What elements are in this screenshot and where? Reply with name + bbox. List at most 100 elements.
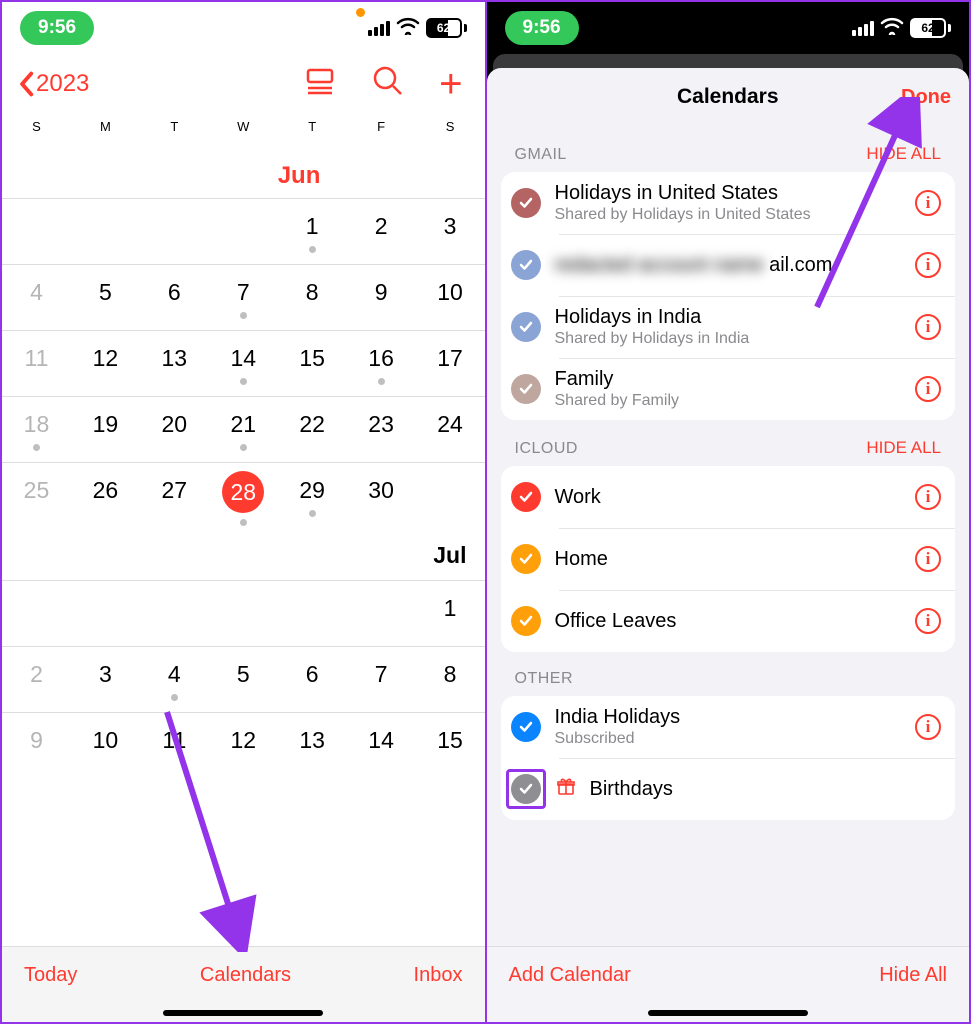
check-icon[interactable] [511, 188, 541, 218]
day-cell[interactable]: 18 [2, 397, 71, 462]
day-cell[interactable]: 5 [209, 647, 278, 712]
month-grid[interactable]: Jun 1 2 3 4 5 6 7 8 9 10 11 12 13 14 15 … [2, 142, 485, 778]
calendar-name: Work [555, 486, 902, 509]
day-cell[interactable]: 30 [347, 463, 416, 528]
status-time: 9:56 [20, 11, 94, 45]
day-cell[interactable]: 3 [71, 647, 140, 712]
day-cell[interactable]: 10 [71, 713, 140, 778]
info-icon[interactable]: i [915, 546, 941, 572]
info-icon[interactable]: i [915, 608, 941, 634]
check-icon[interactable] [511, 312, 541, 342]
cellular-icon [852, 21, 874, 36]
info-icon[interactable]: i [915, 314, 941, 340]
day-cell[interactable]: 6 [278, 647, 347, 712]
calendar-sub: Shared by Holidays in United States [555, 206, 902, 224]
calendar-sub: Shared by Holidays in India [555, 330, 902, 348]
day-cell[interactable]: 16 [347, 331, 416, 396]
calendar-row[interactable]: Family Shared by Family i [501, 358, 956, 420]
day-cell[interactable]: 8 [278, 265, 347, 330]
day-cell[interactable]: 24 [416, 397, 485, 462]
day-cell[interactable]: 3 [416, 199, 485, 264]
day-cell[interactable]: 29 [278, 463, 347, 528]
phone-calendar-month: 9:56 62 2023 + SMTWTFS [0, 0, 487, 1024]
calendars-button[interactable]: Calendars [200, 964, 291, 987]
calendar-row[interactable]: Home i [501, 528, 956, 590]
day-cell[interactable]: 15 [278, 331, 347, 396]
day-cell[interactable]: 23 [347, 397, 416, 462]
back-to-year-button[interactable]: 2023 [18, 70, 89, 98]
day-cell[interactable]: 7 [347, 647, 416, 712]
calendar-row[interactable]: Holidays in United States Shared by Holi… [501, 172, 956, 234]
day-cell[interactable]: 14 [347, 713, 416, 778]
day-cell[interactable]: 4 [140, 647, 209, 712]
day-cell[interactable]: 26 [71, 463, 140, 528]
search-icon[interactable] [371, 64, 405, 103]
add-calendar-button[interactable]: Add Calendar [509, 964, 631, 987]
done-button[interactable]: Done [901, 86, 951, 109]
day-cell[interactable]: 2 [347, 199, 416, 264]
battery-icon: 62 [426, 18, 467, 38]
day-cell[interactable]: 12 [71, 331, 140, 396]
status-time: 9:56 [505, 11, 579, 45]
calendar-row[interactable]: Office Leaves i [501, 590, 956, 652]
inbox-button[interactable]: Inbox [414, 964, 463, 987]
check-icon[interactable] [511, 774, 541, 804]
day-cell[interactable]: 7 [209, 265, 278, 330]
hide-all-icloud[interactable]: HIDE ALL [866, 438, 941, 458]
day-cell[interactable]: 5 [71, 265, 140, 330]
calendar-row[interactable]: Holidays in India Shared by Holidays in … [501, 296, 956, 358]
day-cell[interactable]: 10 [416, 265, 485, 330]
day-cell[interactable]: 2 [2, 647, 71, 712]
day-cell[interactable]: 13 [140, 331, 209, 396]
calendar-row[interactable]: India Holidays Subscribed i [501, 696, 956, 758]
info-icon[interactable]: i [915, 484, 941, 510]
day-cell[interactable]: 22 [278, 397, 347, 462]
info-icon[interactable]: i [915, 252, 941, 278]
wifi-icon [396, 15, 420, 41]
day-cell[interactable]: 1 [278, 199, 347, 264]
check-icon[interactable] [511, 374, 541, 404]
hide-all-button[interactable]: Hide All [879, 964, 947, 987]
day-cell[interactable]: 12 [209, 713, 278, 778]
privacy-indicator-dot [356, 8, 365, 17]
day-cell[interactable]: 9 [347, 265, 416, 330]
calendar-row[interactable]: Work i [501, 466, 956, 528]
calendar-name: Office Leaves [555, 610, 902, 633]
check-icon[interactable] [511, 482, 541, 512]
day-cell[interactable]: 4 [2, 265, 71, 330]
day-cell[interactable]: 15 [416, 713, 485, 778]
day-cell[interactable]: 14 [209, 331, 278, 396]
hide-all-gmail[interactable]: HIDE ALL [866, 144, 941, 164]
check-icon[interactable] [511, 544, 541, 574]
day-cell[interactable]: 11 [2, 331, 71, 396]
check-icon[interactable] [511, 606, 541, 636]
day-cell[interactable]: 13 [278, 713, 347, 778]
day-cell[interactable]: 11 [140, 713, 209, 778]
info-icon[interactable]: i [915, 714, 941, 740]
day-cell[interactable]: 9 [2, 713, 71, 778]
day-cell[interactable]: 21 [209, 397, 278, 462]
check-icon[interactable] [511, 250, 541, 280]
day-cell-today[interactable]: 28 [209, 463, 278, 528]
calendar-row-birthdays[interactable]: Birthdays [501, 758, 956, 820]
calendar-row[interactable]: redacted account name ail.com i [501, 234, 956, 296]
status-bar: 9:56 62 [2, 2, 485, 54]
day-cell[interactable]: 19 [71, 397, 140, 462]
list-view-icon[interactable] [303, 64, 337, 103]
calendar-name: Birthdays [590, 778, 942, 801]
day-cell[interactable]: 17 [416, 331, 485, 396]
today-button[interactable]: Today [24, 964, 77, 987]
day-cell[interactable]: 1 [416, 581, 485, 646]
day-cell[interactable]: 27 [140, 463, 209, 528]
add-event-button[interactable]: + [439, 72, 462, 96]
check-icon[interactable] [511, 712, 541, 742]
weekday-row: SMTWTFS [2, 117, 485, 142]
day-cell[interactable]: 6 [140, 265, 209, 330]
month-label-jul: Jul [416, 528, 485, 580]
day-cell[interactable]: 8 [416, 647, 485, 712]
info-icon[interactable]: i [915, 376, 941, 402]
info-icon[interactable]: i [915, 190, 941, 216]
day-cell[interactable]: 25 [2, 463, 71, 528]
day-cell[interactable]: 20 [140, 397, 209, 462]
battery-icon: 62 [910, 18, 951, 38]
